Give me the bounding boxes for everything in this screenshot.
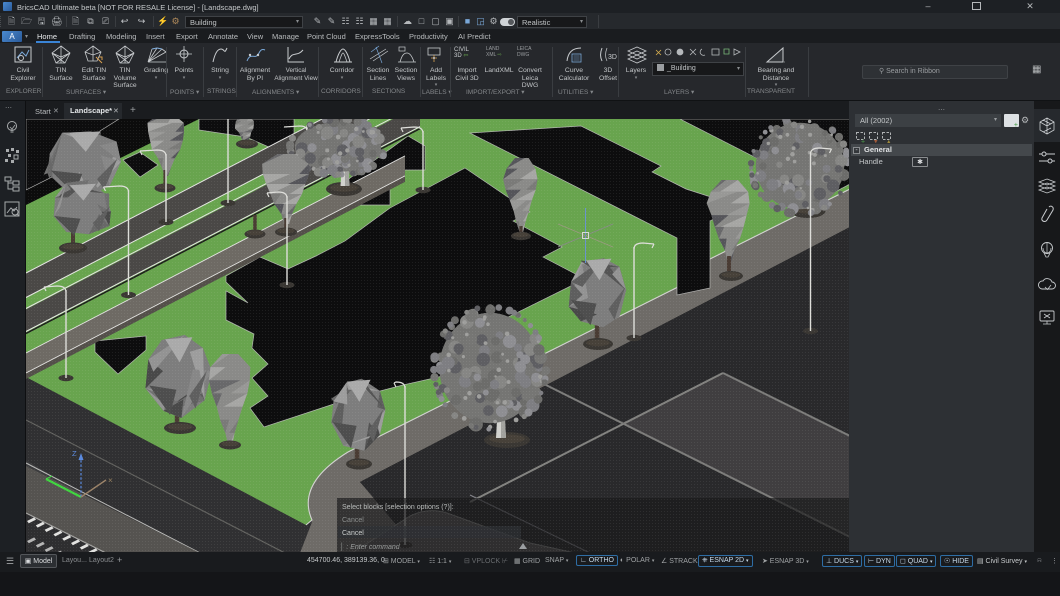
svg-text:3D: 3D xyxy=(608,54,617,61)
svg-text:▴: ▴ xyxy=(887,139,891,144)
svg-text:▾: ▾ xyxy=(874,139,878,144)
svg-text:+: + xyxy=(861,139,865,144)
